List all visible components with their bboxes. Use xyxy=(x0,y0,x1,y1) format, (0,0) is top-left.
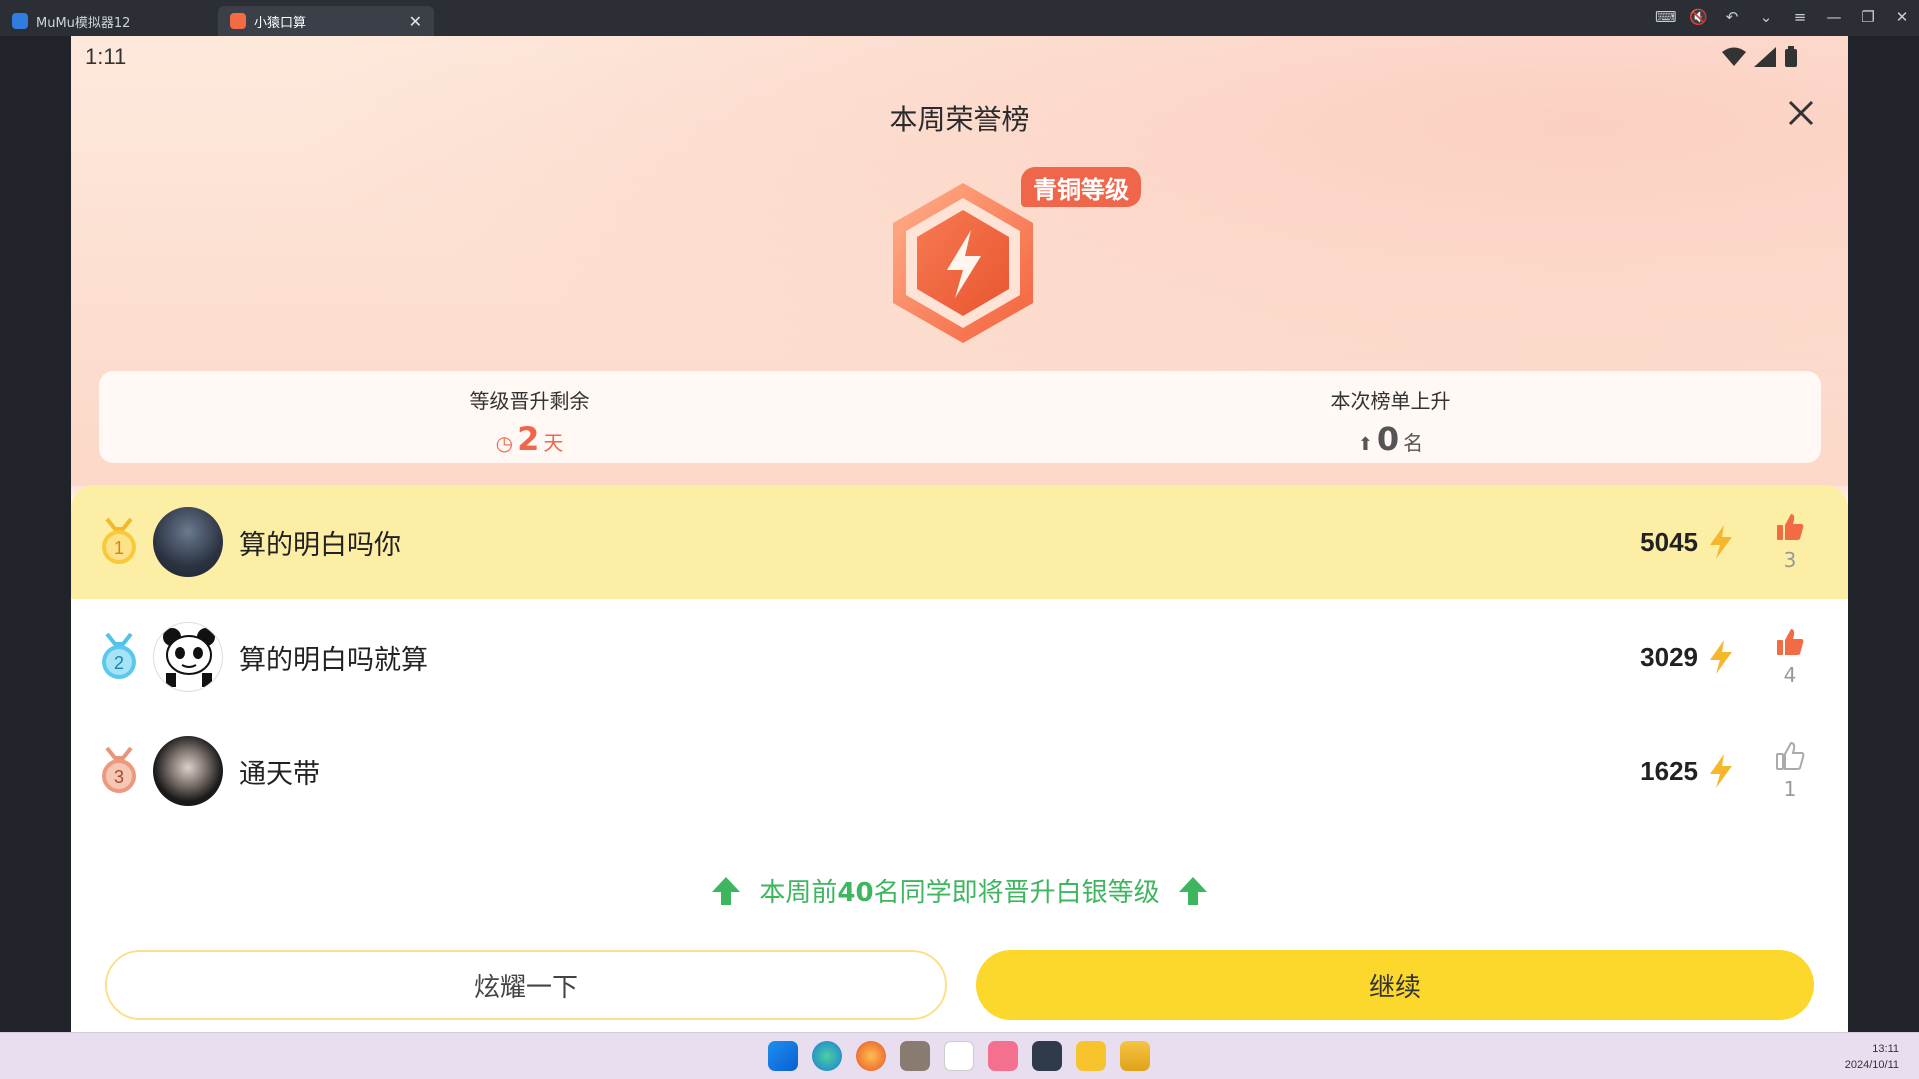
battery-icon xyxy=(1785,46,1797,67)
bronze-level-badge-icon xyxy=(893,183,1033,343)
app-icon xyxy=(230,13,246,29)
show-off-button[interactable]: 炫耀一下 xyxy=(105,950,947,1020)
green-arrow-up-icon xyxy=(712,876,741,905)
wifi-icon xyxy=(1722,47,1746,66)
close-window-icon[interactable]: ✕ xyxy=(1893,8,1911,26)
restore-icon[interactable]: ❐ xyxy=(1859,8,1877,26)
mumu-emulator-icon[interactable] xyxy=(1032,1041,1062,1071)
undo-icon[interactable]: ↶ xyxy=(1723,8,1741,26)
tab-mumu[interactable]: MuMu模拟器12 xyxy=(0,6,215,36)
like-count: 4 xyxy=(1783,663,1797,687)
chevron-down-icon[interactable]: ⌄ xyxy=(1757,8,1775,26)
thumbs-up-filled-icon xyxy=(1777,514,1804,540)
like-button[interactable]: 4 xyxy=(1772,627,1808,687)
promotion-remaining-label: 等级晋升剩余 xyxy=(469,389,590,413)
avatar[interactable] xyxy=(153,622,223,692)
rank-increase-label: 本次榜单上升 xyxy=(1330,389,1451,413)
taskbar-clock[interactable]: 13:11 2024/10/11 xyxy=(1845,1041,1899,1073)
phone-screen: 1:11 本周荣誉榜 青铜等级 等级晋升剩余 ◷ 2 天 本次榜单上升 ⬆ 0 … xyxy=(71,36,1848,1032)
promotion-banner: 本周前40名同学即将晋升白银等级 xyxy=(71,872,1848,909)
user-name: 算的明白吗就算 xyxy=(239,644,428,676)
rank-number: 3 xyxy=(114,767,124,787)
keyboard-icon[interactable]: ⌨ xyxy=(1655,8,1677,26)
windows-start-icon[interactable] xyxy=(768,1041,798,1071)
lightning-icon xyxy=(1710,525,1732,559)
taskbar-time: 13:11 xyxy=(1872,1043,1899,1055)
thumbs-up-outline-icon xyxy=(1776,741,1805,770)
promo-suffix: 名同学即将晋升白银等级 xyxy=(873,878,1160,908)
taskbar-icons xyxy=(768,1041,1150,1071)
promo-prefix: 本周前 xyxy=(759,878,838,908)
page-title: 本周荣誉榜 xyxy=(889,103,1030,136)
close-icon[interactable] xyxy=(1784,96,1818,130)
bronze-medal-icon: 3 xyxy=(102,746,136,793)
game-app-icon[interactable] xyxy=(900,1041,930,1071)
close-tab-icon[interactable]: ✕ xyxy=(409,12,422,31)
rank-number: 2 xyxy=(114,653,124,673)
arrow-up-icon: ⬆ xyxy=(1357,434,1373,455)
user-name: 通天带 xyxy=(239,758,320,790)
like-button[interactable]: 3 xyxy=(1772,512,1808,572)
windows-taskbar: 13:11 2024/10/11 xyxy=(0,1032,1919,1079)
lightning-icon xyxy=(1710,640,1732,674)
edge-browser-icon[interactable] xyxy=(812,1041,842,1071)
like-button[interactable]: 1 xyxy=(1772,741,1808,801)
file-explorer-icon[interactable] xyxy=(1120,1041,1150,1071)
green-arrow-up-icon xyxy=(1178,876,1207,905)
mumu-icon xyxy=(12,13,28,29)
rank-increase: 本次榜单上升 ⬆ 0 名 xyxy=(960,371,1821,463)
lightning-icon xyxy=(1710,754,1732,788)
promotion-remaining-value: 2 xyxy=(517,420,540,458)
ranking-row[interactable]: 1 算的明白吗你 5045 3 xyxy=(71,485,1848,599)
promo-count: 40 xyxy=(837,878,874,908)
clock-icon: ◷ xyxy=(495,431,514,455)
tab-app[interactable]: 小猿口算 ✕ xyxy=(218,6,434,36)
rank-number: 1 xyxy=(114,538,124,558)
mute-icon[interactable]: 🔇 xyxy=(1689,8,1708,26)
bilibili-icon[interactable] xyxy=(988,1041,1018,1071)
level-label-badge: 青铜等级 xyxy=(1021,167,1141,207)
window-controls: ⌨ 🔇 ↶ ⌄ ≡ — ❐ ✕ xyxy=(1655,8,1911,26)
qq-icon[interactable] xyxy=(944,1041,974,1071)
promotion-remaining: 等级晋升剩余 ◷ 2 天 xyxy=(99,371,960,463)
promotion-remaining-unit: 天 xyxy=(543,431,564,455)
yellow-app-icon[interactable] xyxy=(1076,1041,1106,1071)
firefox-icon[interactable] xyxy=(856,1041,886,1071)
status-icons xyxy=(1722,46,1798,68)
panda-avatar-icon xyxy=(163,628,215,687)
menu-icon[interactable]: ≡ xyxy=(1791,8,1809,26)
rank-increase-unit: 名 xyxy=(1403,431,1424,455)
ranking-row[interactable]: 3 通天带 1625 1 xyxy=(71,714,1848,828)
tab-label: MuMu模拟器12 xyxy=(36,15,131,31)
status-time: 1:11 xyxy=(85,44,127,69)
signal-icon xyxy=(1754,47,1776,67)
like-count: 1 xyxy=(1783,777,1797,801)
thumbs-up-filled-icon xyxy=(1777,629,1804,655)
minimize-icon[interactable]: — xyxy=(1825,8,1843,26)
taskbar-date: 2024/10/11 xyxy=(1844,1059,1899,1071)
score: 3029 xyxy=(1640,641,1698,672)
rank-increase-value: 0 xyxy=(1376,420,1400,458)
ranking-row[interactable]: 2 算的明白吗就算 3029 4 xyxy=(71,600,1848,714)
score: 5045 xyxy=(1640,526,1698,557)
continue-button[interactable]: 继续 xyxy=(976,950,1814,1020)
emulator-left-margin xyxy=(0,36,71,1032)
user-name: 算的明白吗你 xyxy=(239,529,401,561)
gold-medal-icon: 1 xyxy=(102,517,136,564)
like-count: 3 xyxy=(1783,548,1797,572)
score: 1625 xyxy=(1640,755,1698,786)
tab-label: 小猿口算 xyxy=(254,15,307,31)
emulator-titlebar: MuMu模拟器12 小猿口算 ✕ ⌨ 🔇 ↶ ⌄ ≡ — ❐ ✕ xyxy=(0,0,1919,36)
emulator-right-margin xyxy=(1848,36,1919,1032)
silver-medal-icon: 2 xyxy=(102,632,136,679)
avatar[interactable] xyxy=(153,736,223,806)
info-card: 等级晋升剩余 ◷ 2 天 本次榜单上升 ⬆ 0 名 xyxy=(99,371,1821,463)
avatar[interactable] xyxy=(153,507,223,577)
